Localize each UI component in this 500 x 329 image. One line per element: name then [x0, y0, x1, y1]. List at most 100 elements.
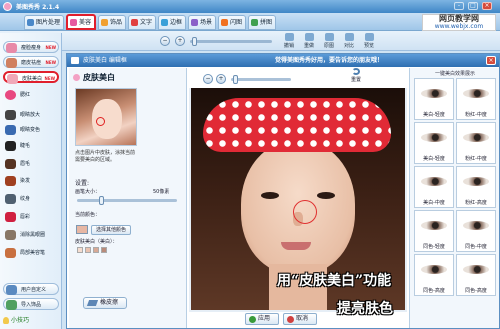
- sidebar-item-makeup-brush[interactable]: 局部美容笔: [3, 247, 59, 259]
- tab-accessories[interactable]: 饰品: [98, 15, 126, 30]
- zoom-slider-handle[interactable]: [192, 37, 197, 46]
- effect-caption: 粉红-中度: [465, 112, 487, 118]
- eye-preview: [458, 256, 494, 285]
- minimize-icon[interactable]: -: [454, 2, 464, 10]
- reset-button[interactable]: 重置: [347, 68, 365, 85]
- app-logo-icon: [3, 2, 12, 11]
- dialog-close-icon[interactable]: ×: [486, 56, 496, 65]
- dark-circle-icon: [5, 230, 16, 240]
- sidebar-item-tattoo[interactable]: 纹身: [3, 193, 59, 205]
- accessory-icon: [101, 19, 108, 26]
- tips-link[interactable]: 小技巧: [3, 315, 29, 324]
- user-custom-icon: [6, 285, 17, 295]
- effect-thumb[interactable]: 美白-轻度: [414, 122, 454, 164]
- apply-button[interactable]: 应用: [245, 313, 279, 325]
- effect-thumb[interactable]: 粉红-中度: [456, 122, 496, 164]
- tab-frame[interactable]: 边框: [158, 15, 186, 30]
- brush-size-slider[interactable]: [77, 196, 177, 205]
- tab-text[interactable]: 文字: [128, 15, 156, 30]
- tone-swatch[interactable]: [85, 247, 91, 253]
- effect-thumb[interactable]: 粉红-中度: [456, 78, 496, 120]
- compare-button[interactable]: 对比: [340, 33, 358, 50]
- maximize-icon[interactable]: □: [468, 2, 478, 10]
- sidebar-item-eyelash[interactable]: 睫毛: [3, 140, 59, 152]
- redo-button[interactable]: 重做: [300, 33, 318, 50]
- original-button[interactable]: 原图: [320, 33, 338, 50]
- effect-thumb[interactable]: 同色-中度: [456, 210, 496, 252]
- eye-preview-icon: [463, 133, 489, 142]
- frame-icon: [161, 19, 168, 26]
- preview-button[interactable]: 预览: [360, 33, 378, 50]
- collage-icon: [251, 19, 258, 26]
- dialog-zoom-out-icon[interactable]: −: [203, 74, 213, 84]
- tab-beauty[interactable]: 美容: [66, 14, 96, 30]
- check-icon: [249, 316, 256, 323]
- sidebar-item-hair-dye[interactable]: 染发: [3, 175, 59, 187]
- effect-thumb[interactable]: 同色-高度: [414, 254, 454, 296]
- eye-preview: [458, 212, 494, 241]
- image-process-icon: [27, 19, 34, 26]
- tab-collage[interactable]: 拼图: [248, 15, 276, 30]
- import-icon: [6, 300, 17, 310]
- eye-preview: [416, 168, 452, 197]
- tone-swatch[interactable]: [101, 247, 107, 253]
- sidebar-item-dark-circle[interactable]: 消除黑眼圈: [3, 229, 59, 241]
- tab-image-process[interactable]: 图片处理: [24, 15, 64, 30]
- sample-image: [75, 88, 137, 146]
- brush-size-value: 50像素: [153, 189, 170, 195]
- effect-caption: 美白-轻度: [423, 112, 445, 118]
- sidebar-item-smooth-skin[interactable]: 磨皮祛痘 NEW: [3, 56, 59, 68]
- close-window-icon[interactable]: ×: [482, 2, 492, 10]
- left-eye: [261, 192, 279, 199]
- eye-preview: [458, 168, 494, 197]
- cancel-icon: [287, 316, 294, 323]
- app-title: 美图秀秀 2.1.4: [16, 4, 60, 11]
- panel-title: 皮肤美白: [73, 72, 115, 83]
- tattoo-icon: [5, 194, 16, 204]
- scene-icon: [191, 19, 198, 26]
- sidebar-item-skin-whiten[interactable]: 皮肤美白 NEW: [3, 71, 59, 84]
- polka-dot-bow: [203, 98, 391, 152]
- zoom-out-icon[interactable]: −: [160, 36, 170, 46]
- sidebar-item-user-custom[interactable]: 用户自定义: [3, 283, 59, 295]
- tone-swatch[interactable]: [77, 247, 83, 253]
- eye-preview: [416, 212, 452, 241]
- pick-color-button[interactable]: 选择其他颜色: [91, 225, 131, 235]
- sidebar-item-import[interactable]: 导入饰品: [3, 298, 59, 310]
- undo-icon: [284, 33, 294, 41]
- sidebar-item-face-slim[interactable]: 瘦脸瘦身 NEW: [3, 41, 59, 53]
- eye-preview-icon: [421, 133, 447, 142]
- undo-button[interactable]: 撤销: [280, 33, 298, 50]
- effect-thumb[interactable]: 美白-轻度: [414, 78, 454, 120]
- effect-caption: 同色-高度: [423, 288, 445, 294]
- dialog-zoom-handle[interactable]: [233, 75, 238, 84]
- cancel-button[interactable]: 取消: [283, 313, 317, 325]
- sidebar-item-lip[interactable]: 唇彩: [3, 211, 59, 223]
- makeup-brush-icon: [5, 248, 16, 258]
- dialog-zoom-in-icon[interactable]: +: [216, 74, 226, 84]
- effect-thumb[interactable]: 同色-高度: [456, 254, 496, 296]
- dialog-title: 皮肤美白 编辑框: [83, 57, 127, 64]
- sidebar-item-eyebrow[interactable]: 眉毛: [3, 158, 59, 170]
- eraser-button[interactable]: 橡皮擦: [83, 297, 127, 309]
- sample-brush-mark: [96, 117, 105, 126]
- current-color-swatch[interactable]: [76, 225, 88, 234]
- skin-whiten-icon: [7, 74, 18, 84]
- tone-swatch[interactable]: [93, 247, 99, 253]
- effect-thumb[interactable]: 美白-中度: [414, 166, 454, 208]
- lip-icon: [5, 212, 16, 222]
- sidebar-item-eye-color[interactable]: 眼睛变色: [3, 124, 59, 136]
- tab-flash[interactable]: 闪图: [218, 15, 246, 30]
- dialog-zoom-slider[interactable]: [231, 75, 291, 84]
- zoom-slider[interactable]: [190, 37, 272, 46]
- eye-preview: [416, 124, 452, 153]
- lightbulb-icon: [3, 317, 9, 324]
- editing-canvas[interactable]: 用“皮肤美白”功能 提亮肤色: [189, 88, 407, 317]
- sidebar-item-blush[interactable]: 腮红: [3, 89, 59, 101]
- effect-thumb[interactable]: 粉红-高度: [456, 166, 496, 208]
- effect-thumb[interactable]: 同色-轻度: [414, 210, 454, 252]
- brush-size-handle[interactable]: [99, 196, 104, 205]
- sidebar-item-eye-enlarge[interactable]: 眼睛放大: [3, 109, 59, 121]
- tab-scene[interactable]: 场景: [188, 15, 216, 30]
- zoom-in-icon[interactable]: +: [175, 36, 185, 46]
